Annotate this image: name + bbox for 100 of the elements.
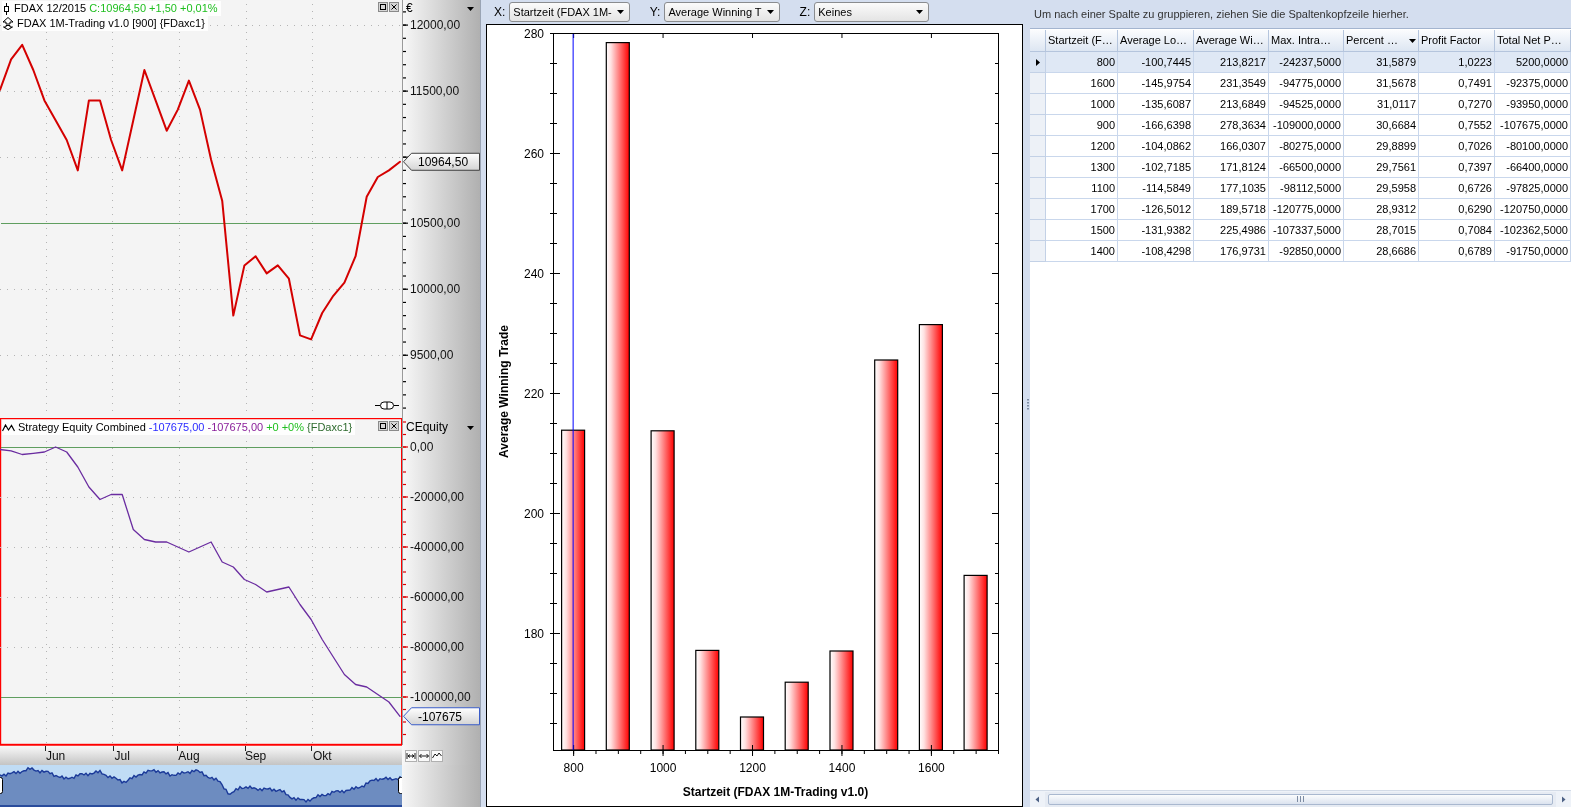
table-cell: 800 (1046, 52, 1118, 73)
table-cell: 0,6726 (1419, 178, 1495, 199)
table-cell: 29,5958 (1344, 178, 1419, 199)
axis-tick-label: 280 (523, 26, 544, 41)
splitter-grip-icon[interactable] (1026, 397, 1029, 410)
axis-tick-label: 800 (563, 761, 584, 775)
table-cell: -66400,0000 (1495, 157, 1571, 178)
axis-tick-label: 1000 (649, 761, 677, 775)
table-cell: 0,7270 (1419, 94, 1495, 115)
table-cell: 31,5879 (1344, 52, 1419, 73)
table-cell: 29,8899 (1344, 136, 1419, 157)
close-icon[interactable] (389, 2, 399, 12)
table-cell: -94775,0000 (1269, 73, 1344, 94)
caret-icon[interactable] (916, 10, 924, 14)
maximize-icon[interactable] (378, 2, 388, 12)
axis-tick-label: 200 (523, 506, 544, 521)
legend-text: C:10964,50 +1,50 +0,01% (89, 1, 218, 16)
bar (784, 681, 809, 751)
axis-tick-label: 240 (523, 266, 544, 281)
column-header[interactable]: Profit Factor (1419, 30, 1495, 52)
left-arrow-icon[interactable] (1033, 794, 1042, 804)
table-cell: -120775,0000 (1269, 199, 1344, 220)
table-cell: 213,6849 (1194, 94, 1269, 115)
axis-dropdown[interactable]: Average Winning T (664, 2, 780, 22)
table-cell: -109000,0000 (1269, 115, 1344, 136)
table-cell: 0,7491 (1419, 73, 1495, 94)
caret-icon[interactable] (467, 425, 474, 430)
axis-tick-label: -40000,00 (410, 540, 465, 554)
table-cell: -97825,0000 (1495, 178, 1571, 199)
row-indicator[interactable] (1030, 52, 1046, 73)
table-cell: -93950,0000 (1495, 94, 1571, 115)
caret-icon[interactable] (616, 10, 624, 14)
table-cell: -100,7445 (1118, 52, 1194, 73)
column-header[interactable]: Total Net P… (1495, 30, 1571, 52)
axis-tick-label: -100000,00 (410, 690, 471, 704)
table-cell: 0,7084 (1419, 220, 1495, 241)
table-cell: 171,8124 (1194, 157, 1269, 178)
axis-label: X: (494, 4, 506, 21)
zigzag-line-icon (2, 423, 15, 432)
table-cell: -131,9382 (1118, 220, 1194, 241)
axis-tick-label: 0,00 (410, 440, 434, 454)
sort-arrow-icon (1409, 38, 1416, 43)
axis-dropdown[interactable]: Keines (814, 2, 930, 22)
column-header[interactable]: Startzeit (F… (1046, 30, 1118, 52)
table-cell: 166,0307 (1194, 136, 1269, 157)
axis-tick-label: -20000,00 (410, 490, 465, 504)
column-header[interactable]: Average Lo… (1118, 30, 1194, 52)
legend-text: Strategy Equity Combined (18, 420, 146, 435)
column-header[interactable]: Percent … (1344, 30, 1419, 52)
table-cell: 0,6290 (1419, 199, 1495, 220)
legend-text: +0 (266, 420, 279, 435)
table-cell: 31,0117 (1344, 94, 1419, 115)
axis-tick-label: -80000,00 (410, 640, 465, 654)
unit-dropdown[interactable]: CEquity (404, 420, 479, 435)
maximize-icon[interactable] (378, 421, 388, 431)
table-cell: 1300 (1046, 157, 1118, 178)
caret-icon[interactable] (766, 10, 774, 14)
axis-tick-label: 220 (523, 386, 544, 401)
double-arrow-icon[interactable] (418, 750, 430, 762)
month-label: Okt (312, 749, 332, 763)
group-panel-hint: Um nach einer Spalte zu gruppieren, ziehen Sie die Spaltenkopfzeile hierher. (1034, 6, 1409, 22)
right-arrow-icon[interactable] (1559, 794, 1568, 804)
column-header[interactable]: Max. Intra… (1269, 30, 1344, 52)
link-icon[interactable] (375, 401, 399, 410)
legend-text: -107675,00 (148, 420, 205, 435)
axis-tick-label: -60000,00 (410, 590, 465, 604)
close-icon[interactable] (389, 421, 399, 431)
table-cell: 231,3549 (1194, 73, 1269, 94)
axis-label: Y: (649, 4, 661, 21)
table-cell: -166,6398 (1118, 115, 1194, 136)
table-cell: 189,5718 (1194, 199, 1269, 220)
unit-dropdown[interactable]: € (404, 1, 479, 16)
table-cell: 213,8217 (1194, 52, 1269, 73)
table-cell: -94525,0000 (1269, 94, 1344, 115)
table-cell: 1000 (1046, 94, 1118, 115)
table-cell: 29,7561 (1344, 157, 1419, 178)
table-cell: 1500 (1046, 220, 1118, 241)
table-cell: 31,5678 (1344, 73, 1419, 94)
table-cell: 1,0223 (1419, 52, 1495, 73)
table-cell: 900 (1046, 115, 1118, 136)
caret-icon[interactable] (467, 6, 474, 11)
table-cell: 28,7015 (1344, 220, 1419, 241)
table-cell: 30,6684 (1344, 115, 1419, 136)
axis-dropdown[interactable]: Startzeit (FDAX 1M- (509, 2, 630, 22)
legend-text: FDAX 1M-Trading v1.0 [900] {FDaxc1} (17, 16, 205, 31)
table-cell: 225,4986 (1194, 220, 1269, 241)
axis-tick-label: 10000,00 (410, 282, 461, 297)
table-cell: 1200 (1046, 136, 1118, 157)
axis-tick-label: 10500,00 (410, 216, 461, 231)
month-label: Jun (45, 749, 66, 763)
curve-icon[interactable] (431, 750, 443, 762)
table-cell: 177,1035 (1194, 178, 1269, 199)
fit-arrows-icon[interactable] (405, 750, 417, 762)
table-cell: 1400 (1046, 241, 1118, 262)
month-label: Aug (178, 749, 200, 763)
table-cell: -107675,0000 (1495, 115, 1571, 136)
table-cell: 28,9312 (1344, 199, 1419, 220)
table-cell: 0,7397 (1419, 157, 1495, 178)
table-cell: -24237,5000 (1269, 52, 1344, 73)
column-header[interactable]: Average Wi… (1194, 30, 1269, 52)
